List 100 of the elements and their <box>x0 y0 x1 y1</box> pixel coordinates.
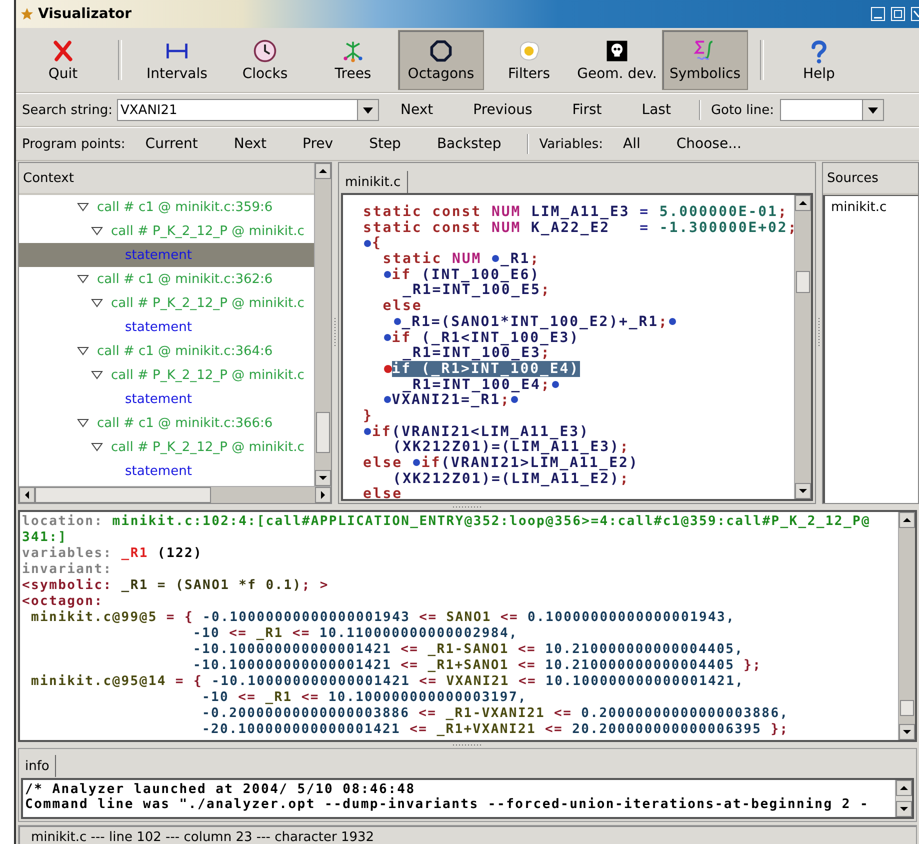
output-line: <octagon: <box>22 594 104 610</box>
point-marker-icon[interactable] <box>364 240 371 247</box>
scroll-thumb[interactable] <box>35 487 211 503</box>
toolbar-button[interactable]: Help <box>776 30 862 90</box>
goto-line-label: Goto line: <box>710 102 774 118</box>
code-line: (XK212Z01)=(LIM_A11_E3); <box>392 440 631 456</box>
scroll-down-icon[interactable] <box>315 470 331 486</box>
scroll-right-icon[interactable] <box>315 487 331 503</box>
goto-line-combo-box[interactable] <box>780 99 884 121</box>
expander-icon[interactable] <box>77 418 89 428</box>
variables-label: Variables: <box>539 136 604 152</box>
scroll-up-icon[interactable] <box>899 512 915 528</box>
toolbar-button[interactable]: Symbolics <box>662 30 748 90</box>
source-file-item[interactable]: minikit.c <box>831 200 912 215</box>
current-point-marker-icon[interactable] <box>384 364 392 373</box>
minimize-icon[interactable] <box>871 7 885 21</box>
code-line: static const NUM LIM_A11_E3 = 5.000000E-01; <box>363 205 789 220</box>
expander-icon[interactable] <box>77 274 89 284</box>
point-marker-icon[interactable] <box>394 318 401 325</box>
output-line: minikit.c@95@14 = { -10.100000000000001421 <= VXANI21 <= 10.100000000000001421, <box>30 674 746 690</box>
point-marker-icon[interactable] <box>552 380 559 388</box>
output-line: -0.20000000000000003886 <= _R1-VXANI21 <= 0.20000000000000003886, <box>201 706 790 722</box>
output-line: <symbolic: _R1 = (SANO1 *f 0.1); > <box>22 578 330 594</box>
expander-icon[interactable] <box>91 370 103 380</box>
tree-leaf[interactable]: statement <box>19 315 314 339</box>
scrollbar[interactable] <box>895 780 912 817</box>
output-line: minikit.c@99@5 = { -0.10000000000000001943 <= SANO1 <= 0.10000000000000001943, <box>30 610 736 626</box>
code-line: else <box>363 487 403 499</box>
point-marker-icon[interactable] <box>364 428 371 435</box>
scroll-thumb[interactable] <box>316 412 330 453</box>
code-line: if (_R1>INT_100_E4) <box>363 362 794 378</box>
scrollbar[interactable] <box>898 512 915 740</box>
scroll-up-icon[interactable] <box>896 780 912 796</box>
output-line: -10.100000000000001421 <= _R1-SANO1 <= 10.210000000000004405, <box>192 642 745 658</box>
scroll-up-icon[interactable] <box>315 163 331 179</box>
output-line: 341:] <box>22 530 68 546</box>
output-line: -10 <= _R1 <= 10.100000000000003197, <box>201 690 528 706</box>
splitter-handle[interactable] <box>332 318 338 348</box>
point-marker-icon[interactable] <box>384 270 391 278</box>
code-line: (XK212Z01)=(LIM_A11_E2); <box>392 472 631 487</box>
program-point-button[interactable]: Backstep <box>430 134 508 154</box>
point-marker-icon[interactable] <box>384 396 391 404</box>
toolbar-button[interactable]: Octagons <box>398 30 484 90</box>
program-point-button[interactable]: Next <box>228 134 273 154</box>
code-line: else if(VRANI21>LIM_A11_E2) <box>363 456 640 472</box>
scroll-down-icon[interactable] <box>899 724 915 740</box>
variables-button[interactable]: All <box>617 134 646 154</box>
log-line: /* Analyzer launched at 2004/ 5/10 08:46:48 <box>25 782 416 797</box>
scrollbar[interactable] <box>314 163 331 486</box>
point-marker-icon[interactable] <box>511 396 518 404</box>
window-title: Visualizator <box>38 6 132 22</box>
point-marker-icon[interactable] <box>413 459 420 466</box>
code-line: { <box>363 236 794 252</box>
variables-button[interactable]: Choose... <box>670 134 748 154</box>
octagon-icon <box>428 38 454 64</box>
output-line: location: minikit.c:102:4:[call#APPLICATION_ENTRY@352:loop@356>=4:call#c1@359:call#P_K_2_12_P@ <box>22 514 872 530</box>
point-marker-icon[interactable] <box>669 318 676 325</box>
program-point-button[interactable]: Prev <box>296 134 340 154</box>
toolbar-button[interactable]: Trees <box>310 30 396 90</box>
program-point-button[interactable]: Current <box>139 134 204 154</box>
search-nav-button[interactable]: Last <box>636 100 677 120</box>
splitter-handle[interactable] <box>452 504 482 510</box>
splitter-handle[interactable] <box>816 318 822 348</box>
search-combo-box[interactable]: VXANI21 <box>116 99 378 121</box>
toolbar-button[interactable]: Quit <box>20 30 106 90</box>
scroll-thumb[interactable] <box>796 270 810 293</box>
tree-leaf[interactable]: statement <box>19 459 314 483</box>
point-marker-icon[interactable] <box>492 255 500 262</box>
scroll-left-icon[interactable] <box>19 487 35 503</box>
expander-icon[interactable] <box>91 298 103 308</box>
search-nav-button[interactable]: First <box>566 100 608 120</box>
program-point-button[interactable]: Step <box>363 134 407 154</box>
context-header: Context <box>19 163 314 195</box>
toolbar-button[interactable]: Geom. dev. <box>574 30 660 90</box>
code-line: _R1=INT_100_E4; <box>363 378 794 394</box>
search-nav-button[interactable]: Next <box>394 100 440 120</box>
scroll-up-icon[interactable] <box>795 195 811 211</box>
point-marker-icon[interactable] <box>384 334 391 341</box>
search-nav-button[interactable]: Previous <box>467 100 538 120</box>
output-line: variables: _R1 (122) <box>22 546 204 562</box>
code-line: _R1=(SANO1*INT_100_E2)+_R1; <box>363 314 794 330</box>
scrollbar[interactable] <box>794 195 811 499</box>
expander-icon[interactable] <box>91 226 103 236</box>
close-icon[interactable] <box>911 7 919 21</box>
scroll-down-icon[interactable] <box>896 801 912 817</box>
search-label: Search string: <box>22 102 112 118</box>
maximize-icon[interactable] <box>891 7 905 21</box>
scroll-down-icon[interactable] <box>795 483 811 499</box>
scroll-thumb[interactable] <box>900 700 914 716</box>
toolbar-button[interactable]: Intervals <box>134 30 220 90</box>
expander-icon[interactable] <box>77 346 89 356</box>
horizontal-scrollbar[interactable] <box>19 486 331 503</box>
splitter-handle[interactable] <box>452 742 482 748</box>
tree-leaf[interactable]: statement <box>19 387 314 411</box>
toolbar-button[interactable]: Clocks <box>222 30 308 90</box>
code-line: if (_R1<INT_100_E3) <box>363 330 794 346</box>
expander-icon[interactable] <box>77 202 89 212</box>
code-line: if (INT_100_E6) <box>363 268 794 284</box>
toolbar-button[interactable]: Filters <box>486 30 572 90</box>
expander-icon[interactable] <box>91 442 103 452</box>
